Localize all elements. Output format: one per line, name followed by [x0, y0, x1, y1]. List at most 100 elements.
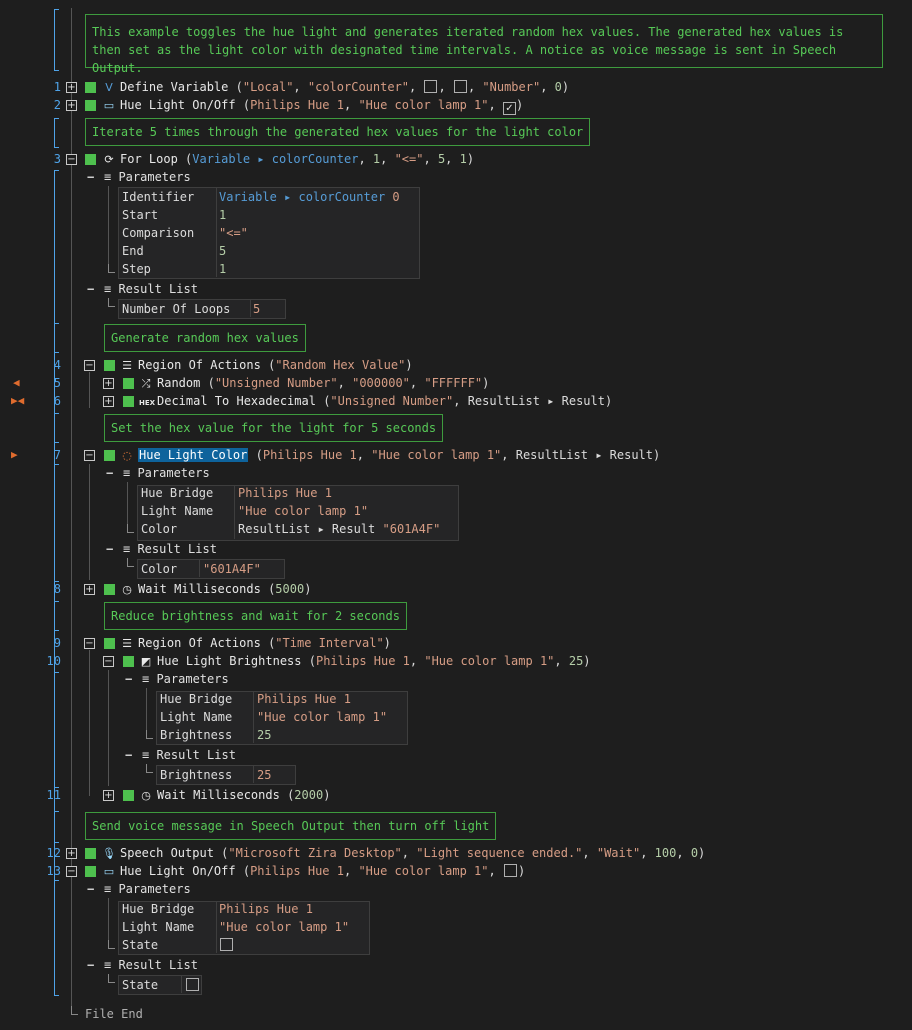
checked-checkbox-icon[interactable]: ✓ — [502, 102, 516, 115]
param-value[interactable]: 1 — [219, 260, 226, 278]
enabled-indicator[interactable] — [123, 656, 134, 667]
result-row[interactable]: Number Of Loops — [122, 300, 230, 318]
expand-toggle[interactable]: + — [103, 396, 114, 407]
result-list-header[interactable]: ≡ Result List — [104, 956, 198, 974]
result-row[interactable]: State — [122, 976, 158, 994]
param-value[interactable]: 25 — [257, 726, 271, 744]
checkbox-icon[interactable] — [220, 938, 233, 951]
result-value[interactable]: 25 — [257, 766, 271, 784]
expand-toggle[interactable]: + — [103, 378, 114, 389]
param-row[interactable]: Step — [122, 260, 151, 278]
collapse-toggle[interactable]: − — [66, 154, 77, 165]
checkbox-icon[interactable] — [424, 80, 438, 93]
param-row[interactable]: Light Name — [141, 502, 213, 520]
collapse-result-list[interactable]: − — [106, 540, 113, 558]
param-row[interactable]: Hue Bridge — [160, 690, 232, 708]
enabled-indicator[interactable] — [104, 360, 115, 371]
result-list-header[interactable]: ≡ Result List — [123, 540, 217, 558]
param-value[interactable]: ResultList ▸ Result "601A4F" — [238, 520, 440, 538]
param-value[interactable]: 5 — [219, 242, 226, 260]
enabled-indicator[interactable] — [85, 848, 96, 859]
collapse-result-list[interactable]: − — [87, 280, 94, 298]
enabled-indicator[interactable] — [123, 790, 134, 801]
param-value[interactable]: Philips Hue 1 — [219, 900, 313, 918]
param-value[interactable]: Variable ▸ colorCounter 0 — [219, 188, 400, 206]
collapse-result-list[interactable]: − — [87, 956, 94, 974]
enabled-indicator[interactable] — [85, 154, 96, 165]
action-random[interactable]: ⤮ Random ("Unsigned Number", "000000", "F… — [139, 374, 490, 392]
action-define-variable[interactable]: ᐯ Define Variable ("Local", "colorCounter… — [102, 78, 569, 96]
collapse-parameters[interactable]: − — [125, 670, 132, 688]
expand-toggle[interactable]: + — [66, 100, 77, 111]
param-row[interactable]: Brightness — [160, 726, 232, 744]
parameters-header[interactable]: ≡ Parameters — [123, 464, 210, 482]
enabled-indicator[interactable] — [85, 82, 96, 93]
result-row[interactable]: Color — [141, 560, 177, 578]
result-row[interactable]: Brightness — [160, 766, 232, 784]
result-value[interactable] — [185, 976, 200, 994]
param-row[interactable]: Light Name — [122, 918, 194, 936]
comment-block[interactable]: Set the hex value for the light for 5 se… — [104, 414, 444, 442]
action-wait-milliseconds[interactable]: ◷ Wait Milliseconds (5000) — [120, 580, 311, 598]
enabled-indicator[interactable] — [85, 100, 96, 111]
param-row[interactable]: State — [122, 936, 158, 954]
param-row[interactable]: Light Name — [160, 708, 232, 726]
param-value[interactable]: 1 — [219, 206, 226, 224]
action-hue-light-color[interactable]: ◌ Hue Light Color (Philips Hue 1, "Hue co… — [120, 446, 660, 464]
param-value[interactable]: "Hue color lamp 1" — [238, 502, 368, 520]
action-region-of-actions[interactable]: ☰ Region Of Actions ("Time Interval") — [120, 634, 391, 652]
action-decimal-to-hex[interactable]: HEX Decimal To Hexadecimal ("Unsigned Num… — [139, 392, 612, 410]
comment-block[interactable]: Send voice message in Speech Output then… — [85, 812, 497, 840]
collapse-parameters[interactable]: − — [87, 880, 94, 898]
action-region-of-actions[interactable]: ☰ Region Of Actions ("Random Hex Value") — [120, 356, 413, 374]
param-row[interactable]: End — [122, 242, 144, 260]
comment-block[interactable]: This example toggles the hue light and g… — [85, 14, 883, 75]
enabled-indicator[interactable] — [104, 638, 115, 649]
enabled-indicator[interactable] — [123, 396, 134, 407]
result-value[interactable]: "601A4F" — [203, 560, 261, 578]
param-value[interactable]: "Hue color lamp 1" — [257, 708, 387, 726]
collapse-toggle[interactable]: − — [103, 656, 114, 667]
param-row[interactable]: Hue Bridge — [141, 484, 213, 502]
action-for-loop[interactable]: ⟳ For Loop (Variable ▸ colorCounter, 1, "… — [102, 150, 474, 168]
action-hue-light-onoff[interactable]: ▭ Hue Light On/Off (Philips Hue 1, "Hue c… — [102, 862, 525, 880]
collapse-toggle[interactable]: − — [84, 638, 95, 649]
param-value[interactable]: Philips Hue 1 — [238, 484, 332, 502]
collapse-toggle[interactable]: − — [84, 450, 95, 461]
enabled-indicator[interactable] — [85, 866, 96, 877]
enabled-indicator[interactable] — [123, 378, 134, 389]
expand-toggle[interactable]: + — [66, 848, 77, 859]
param-row[interactable]: Hue Bridge — [122, 900, 194, 918]
action-speech-output[interactable]: 🎙 Speech Output ("Microsoft Zira Desktop"… — [102, 844, 705, 862]
expand-toggle[interactable]: + — [103, 790, 114, 801]
checkbox-icon[interactable] — [186, 978, 199, 991]
param-value[interactable] — [219, 936, 234, 954]
parameters-header[interactable]: ≡ Parameters — [104, 168, 191, 186]
param-value[interactable]: Philips Hue 1 — [257, 690, 351, 708]
parameters-header[interactable]: ≡ Parameters — [142, 670, 229, 688]
collapse-toggle[interactable]: − — [84, 360, 95, 371]
comment-block[interactable]: Iterate 5 times through the generated he… — [85, 118, 591, 146]
comment-block[interactable]: Reduce brightness and wait for 2 seconds — [104, 602, 407, 630]
param-row[interactable]: Start — [122, 206, 158, 224]
param-row[interactable]: Identifier — [122, 188, 194, 206]
result-list-header[interactable]: ≡ Result List — [142, 746, 236, 764]
collapse-toggle[interactable]: − — [66, 866, 77, 877]
expand-toggle[interactable]: + — [84, 584, 95, 595]
checkbox-icon[interactable] — [503, 864, 517, 877]
collapse-result-list[interactable]: − — [125, 746, 132, 764]
action-hue-light-onoff[interactable]: ▭ Hue Light On/Off (Philips Hue 1, "Hue c… — [102, 96, 523, 115]
enabled-indicator[interactable] — [104, 584, 115, 595]
action-hue-light-brightness[interactable]: ◩ Hue Light Brightness (Philips Hue 1, "H… — [139, 652, 591, 670]
collapse-parameters[interactable]: − — [106, 464, 113, 482]
parameters-header[interactable]: ≡ Parameters — [104, 880, 191, 898]
enabled-indicator[interactable] — [104, 450, 115, 461]
result-value[interactable]: 5 — [253, 300, 260, 318]
expand-toggle[interactable]: + — [66, 82, 77, 93]
param-value[interactable]: "<=" — [219, 224, 248, 242]
collapse-parameters[interactable]: − — [87, 168, 94, 186]
action-wait-milliseconds[interactable]: ◷ Wait Milliseconds (2000) — [139, 786, 330, 804]
checkbox-icon[interactable] — [453, 80, 467, 93]
param-row[interactable]: Comparison — [122, 224, 194, 242]
param-row[interactable]: Color — [141, 520, 177, 538]
